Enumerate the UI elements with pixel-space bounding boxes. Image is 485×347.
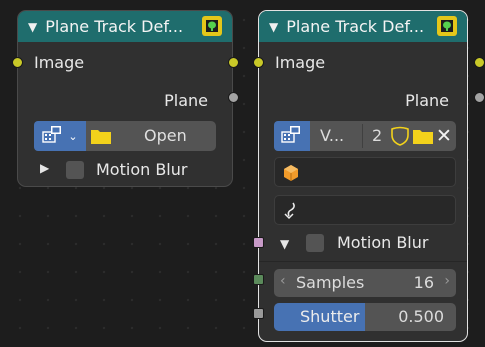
folder-icon[interactable] — [412, 127, 434, 149]
left-node-image-input-socket[interactable] — [12, 57, 23, 68]
shutter-value: 0.500 — [398, 307, 444, 326]
output-plane-label: Plane — [405, 91, 449, 110]
movie-clip-selector[interactable]: V... 2 ✕ — [274, 121, 456, 151]
clip-browse-button[interactable]: ⌄ — [34, 121, 86, 151]
shutter-slider[interactable]: Shutter 0.500 — [274, 303, 456, 331]
tracking-object-field[interactable] — [274, 157, 456, 187]
clip-name-field[interactable]: V... — [320, 126, 344, 145]
samples-value: 16 — [413, 273, 434, 292]
motion-blur-checkbox[interactable] — [66, 161, 84, 179]
image-output-socket[interactable] — [474, 57, 485, 68]
plane-track-deform-node-right[interactable]: ▼ Plane Track Def... Image Plane V... 2 … — [258, 10, 468, 342]
plane-track-field[interactable] — [274, 195, 456, 225]
close-icon[interactable]: ✕ — [436, 125, 452, 147]
clip-users-count[interactable]: 2 — [372, 126, 382, 145]
motion-blur-label: Motion Blur — [96, 160, 188, 179]
node-title: Plane Track Def... — [286, 17, 425, 36]
image-input-socket[interactable] — [253, 57, 264, 68]
panel-divider — [259, 261, 467, 262]
movie-clip-browse-icon — [281, 125, 303, 147]
plane-output-socket[interactable] — [474, 92, 485, 103]
shield-icon[interactable] — [389, 126, 411, 150]
motion-blur-input-socket[interactable] — [253, 237, 264, 248]
left-node-plane-output-socket[interactable] — [228, 92, 239, 103]
open-clip-button[interactable]: Open — [144, 126, 187, 145]
samples-label: Samples — [296, 273, 365, 292]
left-node-image-output-socket[interactable] — [228, 57, 239, 68]
plane-track-icon — [202, 16, 222, 36]
samples-input-socket[interactable] — [253, 274, 264, 285]
shutter-label: Shutter — [300, 307, 360, 326]
movie-clip-selector[interactable]: ⌄ Open — [34, 121, 216, 151]
output-image-label: Image — [34, 53, 85, 72]
output-plane-label: Plane — [164, 91, 208, 110]
collapse-triangle-icon[interactable]: ▼ — [28, 20, 37, 34]
output-image-label: Image — [275, 53, 326, 72]
motion-blur-label: Motion Blur — [337, 233, 429, 252]
collapse-triangle-icon[interactable]: ▼ — [280, 237, 289, 251]
node-header[interactable]: ▼ Plane Track Def... — [18, 11, 232, 42]
movie-clip-browse-icon — [42, 125, 64, 147]
field-divider — [362, 124, 363, 148]
folder-icon — [90, 127, 112, 149]
cube-icon — [281, 163, 301, 187]
samples-field[interactable]: ‹ Samples 16 › — [274, 269, 456, 297]
collapse-triangle-icon[interactable]: ▼ — [269, 20, 278, 34]
decrement-arrow-icon[interactable]: ‹ — [280, 273, 286, 289]
expand-triangle-icon[interactable]: ▶ — [40, 161, 49, 175]
node-title: Plane Track Def... — [45, 17, 184, 36]
node-header[interactable]: ▼ Plane Track Def... — [259, 11, 467, 42]
motion-blur-checkbox[interactable] — [306, 234, 324, 252]
shutter-input-socket[interactable] — [253, 308, 264, 319]
plane-track-icon — [437, 16, 457, 36]
chevron-down-icon: ⌄ — [68, 129, 78, 143]
clip-browse-button[interactable] — [274, 121, 310, 151]
curve-track-icon — [281, 200, 301, 226]
plane-track-deform-node-left[interactable]: ▼ Plane Track Def... Image Plane ⌄ Open … — [17, 10, 233, 187]
increment-arrow-icon[interactable]: › — [444, 273, 450, 289]
